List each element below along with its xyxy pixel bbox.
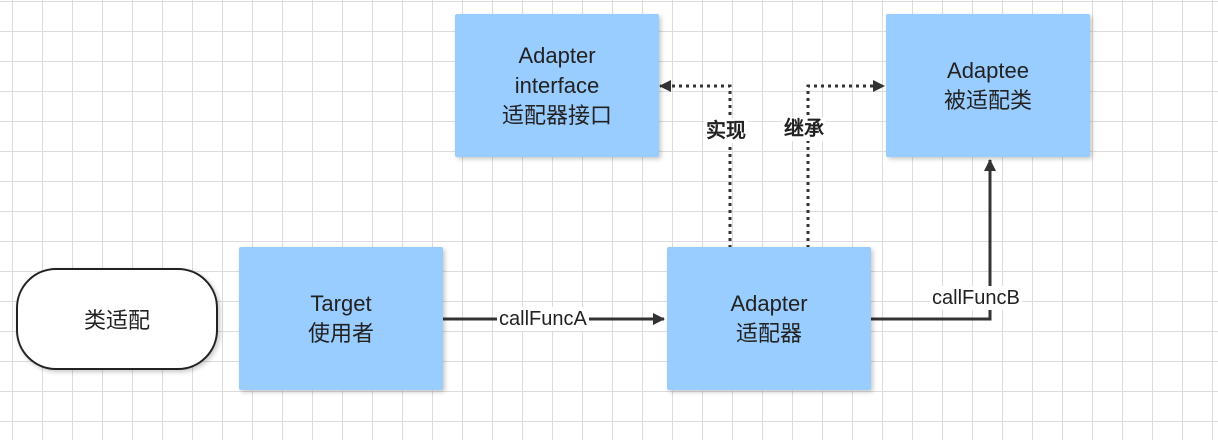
edge-inherits <box>806 80 885 248</box>
edge-label-call-func-b: callFuncB <box>930 286 1022 310</box>
adaptee-node-title: Adaptee <box>947 57 1029 83</box>
adapter-node-subtitle: 适配器 <box>735 320 802 346</box>
adaptee-node[interactable]: Adaptee 被适配类 <box>886 14 1090 157</box>
class-adapter-node[interactable]: 类适配 <box>16 268 218 370</box>
adapter-interface-line1: Adapter <box>518 42 596 68</box>
edge-label-inherits: 继承 <box>782 117 826 141</box>
target-node-title: Target <box>310 290 372 316</box>
adapter-interface-line3: 适配器接口 <box>501 102 612 128</box>
edge-label-implements: 实现 <box>704 119 748 143</box>
adapter-interface-line2: interface <box>514 72 600 98</box>
edge-label-call-func-a: callFuncA <box>497 307 589 331</box>
adapter-node[interactable]: Adapter 适配器 <box>667 247 871 390</box>
adapter-interface-node[interactable]: Adapter interface 适配器接口 <box>455 14 659 157</box>
class-adapter-label: 类适配 <box>83 308 150 333</box>
edge-implements <box>659 80 732 248</box>
adapter-node-title: Adapter <box>730 290 808 316</box>
target-node-subtitle: 使用者 <box>307 320 374 346</box>
target-node[interactable]: Target 使用者 <box>239 247 443 390</box>
adaptee-node-subtitle: 被适配类 <box>943 87 1032 113</box>
